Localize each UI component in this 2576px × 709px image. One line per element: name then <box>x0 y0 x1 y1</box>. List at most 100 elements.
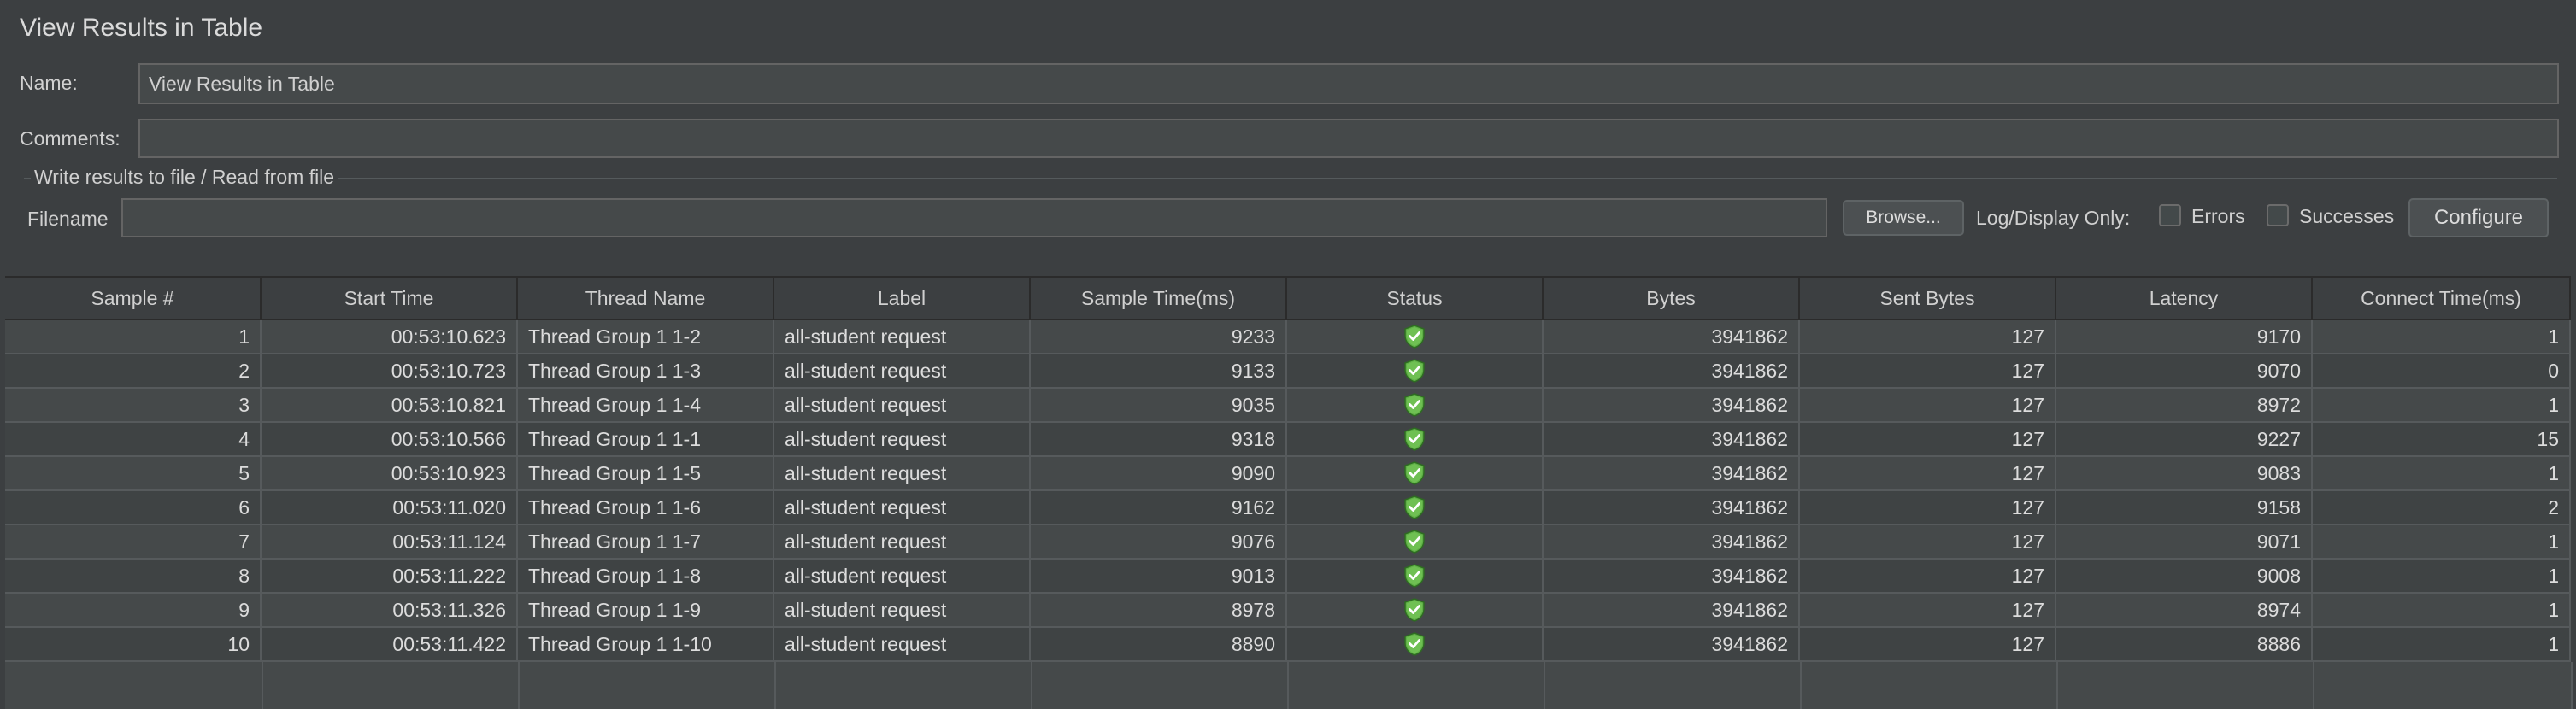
column-header-latency[interactable]: Latency <box>2056 278 2313 319</box>
table-row[interactable]: 6 00:53:11.020 Thread Group 1 1-6 all-stude… <box>5 491 2571 525</box>
results-table: Sample # Start Time Thread Name Label Sample… <box>5 276 2573 709</box>
cell-connect-time: 0 <box>2313 354 2571 389</box>
successes-label[interactable]: Successes <box>2299 205 2394 228</box>
cell-sample-time: 9318 <box>1031 423 1287 457</box>
table-row[interactable]: 8 00:53:11.222 Thread Group 1 1-8 all-stude… <box>5 560 2571 594</box>
success-shield-icon <box>1404 393 1425 417</box>
table-row[interactable]: 4 00:53:10.566 Thread Group 1 1-1 all-stude… <box>5 423 2571 457</box>
table-row[interactable]: 9 00:53:11.326 Thread Group 1 1-9 all-stude… <box>5 594 2571 628</box>
cell-sent-bytes: 127 <box>1800 423 2056 457</box>
cell-status <box>1287 491 1544 525</box>
errors-checkbox[interactable] <box>2159 204 2181 226</box>
cell-start-time: 00:53:10.923 <box>262 457 518 491</box>
cell-label: all-student request <box>774 560 1031 594</box>
panel-title: View Results in Table <box>20 14 263 42</box>
column-header-bytes[interactable]: Bytes <box>1544 278 1800 319</box>
cell-sample-time: 9162 <box>1031 491 1287 525</box>
cell-thread-name: Thread Group 1 1-5 <box>518 457 774 491</box>
column-header-sample-number[interactable]: Sample # <box>5 278 262 319</box>
column-header-sample-time[interactable]: Sample Time(ms) <box>1031 278 1287 319</box>
cell-label: all-student request <box>774 354 1031 389</box>
cell-latency: 8974 <box>2056 594 2313 628</box>
cell-label: all-student request <box>774 491 1031 525</box>
column-header-start-time[interactable]: Start Time <box>262 278 518 319</box>
empty-column-area <box>262 662 520 709</box>
cell-bytes: 3941862 <box>1544 389 1800 423</box>
errors-label[interactable]: Errors <box>2191 205 2245 228</box>
cell-latency: 9227 <box>2056 423 2313 457</box>
success-shield-icon <box>1404 598 1425 622</box>
table-row[interactable]: 7 00:53:11.124 Thread Group 1 1-7 all-stude… <box>5 525 2571 560</box>
cell-sample-number: 5 <box>5 457 262 491</box>
table-row[interactable]: 2 00:53:10.723 Thread Group 1 1-3 all-stude… <box>5 354 2571 389</box>
cell-start-time: 00:53:11.422 <box>262 628 518 662</box>
file-group-title: Write results to file / Read from file <box>31 166 338 189</box>
cell-start-time: 00:53:10.623 <box>262 320 518 354</box>
name-field[interactable]: View Results in Table <box>138 63 2559 104</box>
successes-checkbox[interactable] <box>2267 204 2289 226</box>
cell-label: all-student request <box>774 423 1031 457</box>
empty-column-area <box>2313 662 2573 709</box>
cell-bytes: 3941862 <box>1544 491 1800 525</box>
cell-thread-name: Thread Group 1 1-7 <box>518 525 774 560</box>
cell-sample-time: 8978 <box>1031 594 1287 628</box>
column-header-status[interactable]: Status <box>1287 278 1544 319</box>
cell-start-time: 00:53:11.124 <box>262 525 518 560</box>
empty-column-area <box>5 662 263 709</box>
cell-sample-time: 8890 <box>1031 628 1287 662</box>
cell-connect-time: 15 <box>2313 423 2571 457</box>
cell-thread-name: Thread Group 1 1-6 <box>518 491 774 525</box>
filename-input[interactable] <box>121 198 1827 237</box>
cell-sample-number: 6 <box>5 491 262 525</box>
browse-button[interactable]: Browse... <box>1843 200 1964 236</box>
log-display-label: Log/Display Only: <box>1976 207 2131 229</box>
cell-bytes: 3941862 <box>1544 423 1800 457</box>
cell-status <box>1287 594 1544 628</box>
cell-sent-bytes: 127 <box>1800 389 2056 423</box>
configure-button[interactable]: Configure <box>2408 198 2549 237</box>
cell-label: all-student request <box>774 594 1031 628</box>
cell-sent-bytes: 127 <box>1800 628 2056 662</box>
cell-thread-name: Thread Group 1 1-3 <box>518 354 774 389</box>
cell-sample-number: 8 <box>5 560 262 594</box>
cell-sample-number: 7 <box>5 525 262 560</box>
cell-status <box>1287 457 1544 491</box>
cell-sent-bytes: 127 <box>1800 560 2056 594</box>
column-header-sent-bytes[interactable]: Sent Bytes <box>1800 278 2056 319</box>
table-row[interactable]: 10 00:53:11.422 Thread Group 1 1-10 all-stu… <box>5 628 2571 662</box>
cell-sample-time: 9233 <box>1031 320 1287 354</box>
table-row[interactable]: 1 00:53:10.623 Thread Group 1 1-2 all-stude… <box>5 320 2571 354</box>
cell-latency: 9008 <box>2056 560 2313 594</box>
cell-status <box>1287 628 1544 662</box>
table-row[interactable]: 5 00:53:10.923 Thread Group 1 1-5 all-stude… <box>5 457 2571 491</box>
cell-sent-bytes: 127 <box>1800 457 2056 491</box>
cell-thread-name: Thread Group 1 1-9 <box>518 594 774 628</box>
success-shield-icon <box>1404 427 1425 451</box>
cell-latency: 9158 <box>2056 491 2313 525</box>
cell-sample-number: 10 <box>5 628 262 662</box>
cell-bytes: 3941862 <box>1544 628 1800 662</box>
cell-bytes: 3941862 <box>1544 525 1800 560</box>
cell-connect-time: 1 <box>2313 628 2571 662</box>
cell-sample-time: 9013 <box>1031 560 1287 594</box>
comments-field[interactable] <box>138 119 2559 158</box>
cell-status <box>1287 560 1544 594</box>
column-header-label[interactable]: Label <box>774 278 1031 319</box>
table-row[interactable]: 3 00:53:10.821 Thread Group 1 1-4 all-stude… <box>5 389 2571 423</box>
cell-status <box>1287 354 1544 389</box>
cell-bytes: 3941862 <box>1544 594 1800 628</box>
cell-sent-bytes: 127 <box>1800 320 2056 354</box>
cell-bytes: 3941862 <box>1544 320 1800 354</box>
cell-bytes: 3941862 <box>1544 560 1800 594</box>
cell-connect-time: 1 <box>2313 525 2571 560</box>
cell-connect-time: 1 <box>2313 560 2571 594</box>
cell-thread-name: Thread Group 1 1-2 <box>518 320 774 354</box>
column-header-connect-time[interactable]: Connect Time(ms) <box>2313 278 2571 319</box>
cell-sent-bytes: 127 <box>1800 354 2056 389</box>
success-shield-icon <box>1404 495 1425 519</box>
cell-latency: 9170 <box>2056 320 2313 354</box>
cell-sample-number: 1 <box>5 320 262 354</box>
cell-latency: 8886 <box>2056 628 2313 662</box>
cell-status <box>1287 423 1544 457</box>
column-header-thread-name[interactable]: Thread Name <box>518 278 774 319</box>
